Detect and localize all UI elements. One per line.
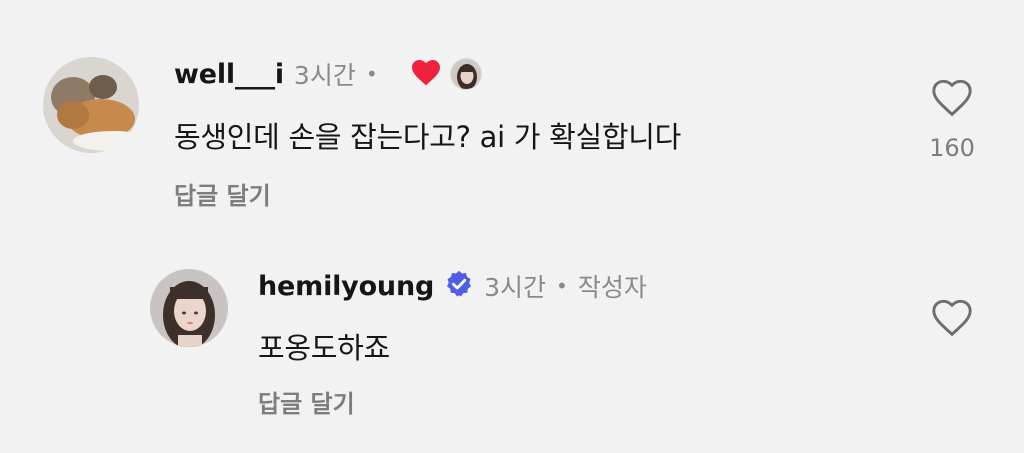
- comment-text: 동생인데 손을 잡는다고? ai 가 확실합니다: [174, 120, 681, 154]
- verified-badge-icon: [444, 269, 474, 303]
- author-label: 작성자: [577, 273, 647, 302]
- timestamp: 3시간: [293, 61, 356, 90]
- avatar[interactable]: [150, 269, 228, 347]
- username[interactable]: well___i: [174, 59, 284, 90]
- username[interactable]: hemilyoung: [258, 271, 434, 302]
- comment-text: 포옹도하죠: [258, 331, 390, 365]
- reply-button[interactable]: 답글 달기: [174, 176, 271, 211]
- comment-header: well___i 3시간 •: [174, 56, 482, 92]
- separator-dot: •: [556, 274, 568, 298]
- like-button[interactable]: [930, 298, 974, 342]
- timestamp: 3시간: [484, 273, 547, 302]
- separator-dot: •: [365, 62, 378, 86]
- heart-outline-icon: [930, 299, 974, 342]
- like-count: 160: [929, 134, 975, 162]
- reply-header: hemilyoung 3시간 • 작성자: [258, 268, 647, 304]
- heart-outline-icon: [930, 79, 974, 122]
- avatar[interactable]: [43, 57, 139, 153]
- reply-button[interactable]: 답글 달기: [258, 384, 355, 419]
- like-button[interactable]: [930, 78, 974, 122]
- heart-filled-icon: [410, 58, 442, 90]
- creator-avatar-mini: [449, 58, 482, 90]
